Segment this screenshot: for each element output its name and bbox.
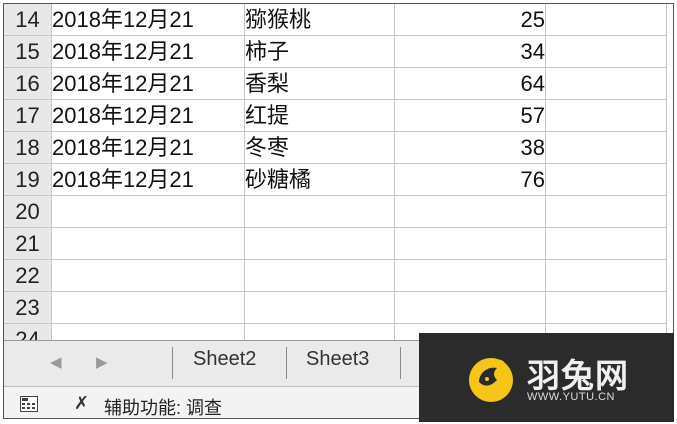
date-cell[interactable]: 2018年12月21 xyxy=(51,67,245,100)
row-header[interactable]: 23 xyxy=(4,291,52,324)
date-cell[interactable] xyxy=(51,195,245,228)
quantity-cell[interactable]: 25 xyxy=(394,4,546,36)
chevron-right-icon[interactable]: ▶ xyxy=(96,353,108,371)
watermark-url: WWW.YUTU.CN xyxy=(527,391,615,403)
table-row: 19 2018年12月21 砂糖橘 76 xyxy=(4,163,667,196)
row-header[interactable]: 24 xyxy=(4,323,52,340)
fruit-cell[interactable] xyxy=(244,195,395,228)
quantity-cell[interactable] xyxy=(394,259,546,292)
sheet-table: 14 2018年12月21 猕猴桃 25 15 2018年12月21 柿子 34… xyxy=(4,4,667,340)
row-header[interactable]: 20 xyxy=(4,195,52,228)
tab-sheet3[interactable]: Sheet3 xyxy=(306,348,369,371)
quantity-cell[interactable] xyxy=(394,195,546,228)
empty-cell[interactable] xyxy=(545,4,667,36)
date-cell[interactable]: 2018年12月21 xyxy=(51,35,245,68)
empty-cell[interactable] xyxy=(545,131,667,164)
date-cell[interactable]: 2018年12月21 xyxy=(51,4,245,36)
quantity-cell[interactable]: 38 xyxy=(394,131,546,164)
quantity-cell[interactable] xyxy=(394,227,546,260)
fruit-cell[interactable] xyxy=(244,291,395,324)
quantity-cell[interactable]: 57 xyxy=(394,99,546,132)
table-row: 22 xyxy=(4,259,667,292)
date-cell[interactable] xyxy=(51,323,245,340)
row-header[interactable]: 18 xyxy=(4,131,52,164)
fruit-cell[interactable]: 砂糖橘 xyxy=(244,163,395,196)
table-row: 18 2018年12月21 冬枣 38 xyxy=(4,131,667,164)
row-header[interactable]: 15 xyxy=(4,35,52,68)
empty-cell[interactable] xyxy=(545,35,667,68)
chevron-left-icon[interactable]: ◀ xyxy=(50,353,62,371)
quantity-cell[interactable]: 34 xyxy=(394,35,546,68)
fruit-cell[interactable] xyxy=(244,259,395,292)
table-row: 15 2018年12月21 柿子 34 xyxy=(4,35,667,68)
fruit-cell[interactable]: 猕猴桃 xyxy=(244,4,395,36)
watermark-name: 羽兔网 xyxy=(527,357,629,394)
row-header[interactable]: 22 xyxy=(4,259,52,292)
empty-cell[interactable] xyxy=(545,67,667,100)
fruit-cell[interactable] xyxy=(244,323,395,340)
row-header[interactable]: 14 xyxy=(4,4,52,36)
tab-divider xyxy=(172,347,173,379)
tab-sheet2[interactable]: Sheet2 xyxy=(193,348,256,371)
fruit-cell[interactable]: 柿子 xyxy=(244,35,395,68)
fruit-cell[interactable]: 冬枣 xyxy=(244,131,395,164)
date-cell[interactable]: 2018年12月21 xyxy=(51,163,245,196)
empty-cell[interactable] xyxy=(545,291,667,324)
empty-cell[interactable] xyxy=(545,259,667,292)
table-row: 14 2018年12月21 猕猴桃 25 xyxy=(4,4,667,36)
worksheet-grid: 14 2018年12月21 猕猴桃 25 15 2018年12月21 柿子 34… xyxy=(4,4,673,340)
quantity-cell[interactable]: 64 xyxy=(394,67,546,100)
quantity-cell[interactable] xyxy=(394,291,546,324)
table-row: 21 xyxy=(4,227,667,260)
row-header[interactable]: 17 xyxy=(4,99,52,132)
rabbit-logo-icon xyxy=(469,358,513,402)
fruit-cell[interactable]: 香梨 xyxy=(244,67,395,100)
empty-cell[interactable] xyxy=(545,227,667,260)
date-cell[interactable] xyxy=(51,291,245,324)
row-header[interactable]: 16 xyxy=(4,67,52,100)
fruit-cell[interactable]: 红提 xyxy=(244,99,395,132)
accessibility-status[interactable]: 辅助功能: 调查 xyxy=(104,394,222,418)
date-cell[interactable] xyxy=(51,227,245,260)
table-row: 17 2018年12月21 红提 57 xyxy=(4,99,667,132)
empty-cell[interactable] xyxy=(545,163,667,196)
quantity-cell[interactable]: 76 xyxy=(394,163,546,196)
empty-cell[interactable] xyxy=(545,99,667,132)
fruit-cell[interactable] xyxy=(244,227,395,260)
tab-divider xyxy=(286,347,287,379)
table-row: 16 2018年12月21 香梨 64 xyxy=(4,67,667,100)
date-cell[interactable]: 2018年12月21 xyxy=(51,131,245,164)
accessibility-icon[interactable]: ✗ xyxy=(74,393,89,414)
empty-cell[interactable] xyxy=(545,195,667,228)
watermark: 羽兔网 WWW.YUTU.CN xyxy=(419,333,674,422)
table-row: 23 xyxy=(4,291,667,324)
date-cell[interactable] xyxy=(51,259,245,292)
cell-mode-icon[interactable] xyxy=(20,396,38,412)
tab-divider xyxy=(400,347,401,379)
table-row: 20 xyxy=(4,195,667,228)
row-header[interactable]: 21 xyxy=(4,227,52,260)
date-cell[interactable]: 2018年12月21 xyxy=(51,99,245,132)
row-header[interactable]: 19 xyxy=(4,163,52,196)
